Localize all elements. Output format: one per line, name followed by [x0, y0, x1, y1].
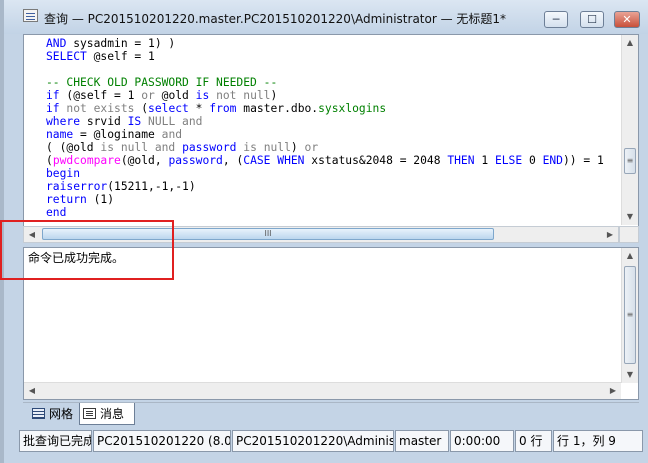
- code-line: ( (@old is null and password is null) or: [46, 141, 319, 154]
- results-horizontal-scrollbar[interactable]: ◀ ▶: [24, 382, 621, 399]
- scroll-down-arrow-icon[interactable]: ▼: [622, 209, 638, 225]
- results-vertical-scroll-thumb[interactable]: ≡: [624, 266, 636, 364]
- code-line: raiserror(15211,-1,-1): [46, 180, 196, 193]
- status-server: PC201510201220 (8.0): [93, 430, 231, 452]
- query-document-icon: [23, 9, 38, 22]
- result-tabs: 网格 消息: [23, 402, 639, 426]
- close-button[interactable]: ✕: [614, 11, 640, 28]
- tab-grid-label: 网格: [49, 407, 74, 421]
- scroll-left-arrow-icon[interactable]: ◀: [24, 383, 40, 398]
- status-bar: 批查询已完成 PC201510201220 (8.0) PC2015102012…: [19, 430, 644, 452]
- code-line: begin: [46, 167, 81, 180]
- editor-vertical-scroll-thumb[interactable]: ≡: [624, 148, 636, 174]
- status-query-state: 批查询已完成: [19, 430, 92, 452]
- status-cursor-position: 行 1，列 9: [553, 430, 643, 452]
- code-line: AND sysadmin = 1) ): [46, 37, 176, 50]
- status-database: master: [395, 430, 449, 452]
- status-user: PC201510201220\Administrator: [232, 430, 394, 452]
- scrollbar-corner: [619, 226, 639, 243]
- code-line: if (@self = 1 or @old is not null): [46, 89, 278, 102]
- results-vertical-scrollbar[interactable]: ▲ ≡ ▼: [621, 248, 638, 383]
- highlight-annotation-box: [0, 220, 174, 280]
- code-line: if not exists (select * from master.dbo.…: [46, 102, 387, 115]
- scroll-up-arrow-icon[interactable]: ▲: [622, 35, 638, 51]
- title-bar[interactable]: 查询 — PC201510201220.master.PC20151020122…: [4, 0, 648, 34]
- maximize-button[interactable]: ☐: [580, 11, 604, 28]
- sql-code: AND sysadmin = 1) ) SELECT @self = 1 -- C…: [46, 37, 604, 219]
- code-line: (pwdcompare(@old, password, (CASE WHEN x…: [46, 154, 604, 167]
- tab-grid[interactable]: 网格: [29, 403, 83, 425]
- code-line: -- CHECK OLD PASSWORD IF NEEDED --: [46, 76, 278, 89]
- scroll-down-arrow-icon[interactable]: ▼: [622, 367, 638, 383]
- code-line: end: [46, 206, 67, 219]
- sql-editor[interactable]: AND sysadmin = 1) ) SELECT @self = 1 -- C…: [23, 34, 639, 242]
- code-line: where srvid IS NULL and: [46, 115, 203, 128]
- minimize-button[interactable]: ─: [544, 11, 568, 28]
- scroll-right-arrow-icon[interactable]: ▶: [605, 383, 621, 398]
- message-icon: [83, 408, 96, 419]
- query-window: 查询 — PC201510201220.master.PC20151020122…: [0, 0, 648, 463]
- status-rows: 0 行: [515, 430, 552, 452]
- window-title: 查询 — PC201510201220.master.PC20151020122…: [44, 12, 507, 26]
- code-line: SELECT @self = 1: [46, 50, 155, 63]
- scroll-up-arrow-icon[interactable]: ▲: [622, 248, 638, 264]
- status-elapsed: 0:00:00: [450, 430, 514, 452]
- grid-icon: [32, 408, 45, 419]
- code-line: name = @loginame and: [46, 128, 183, 141]
- tab-messages[interactable]: 消息: [79, 403, 135, 425]
- code-line: return (1): [46, 193, 115, 206]
- tab-messages-label: 消息: [100, 407, 125, 421]
- editor-vertical-scrollbar[interactable]: ▲ ≡ ▼: [621, 35, 638, 225]
- scroll-right-arrow-icon[interactable]: ▶: [602, 227, 618, 242]
